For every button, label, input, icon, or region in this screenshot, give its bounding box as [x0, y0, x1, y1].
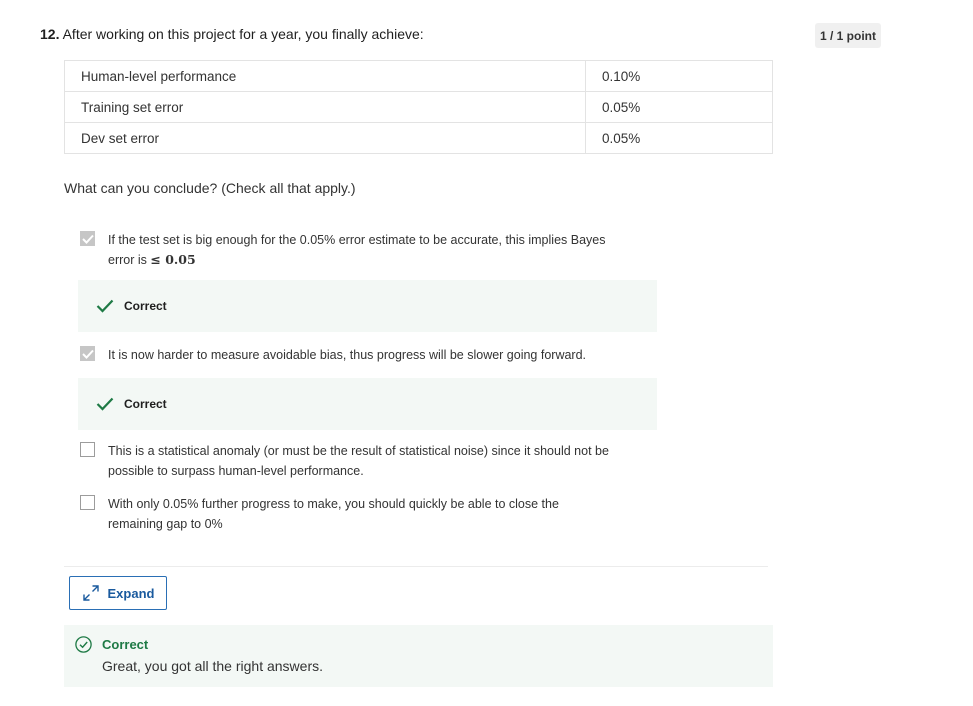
option-text-line: With only 0.05% further progress to make…	[108, 497, 559, 511]
points-badge: 1 / 1 point	[815, 23, 881, 48]
question-header: 12. After working on this project for a …	[40, 26, 424, 42]
table-cell-value: 0.10%	[585, 60, 773, 92]
table-row: Dev set error 0.05%	[64, 122, 773, 154]
feedback-label: Correct	[124, 397, 167, 411]
option-4[interactable]: With only 0.05% further progress to make…	[80, 494, 559, 534]
option-text-line: error is ≤ 0.05	[108, 250, 605, 270]
option-text-line: possible to surpass human-level performa…	[108, 464, 364, 478]
table-cell-label: Dev set error	[64, 122, 586, 154]
checkbox-checked[interactable]	[80, 346, 95, 361]
result-banner: Correct Great, you got all the right ans…	[64, 625, 773, 687]
result-message: Great, you got all the right answers.	[102, 658, 323, 674]
table-row: Human-level performance 0.10%	[64, 60, 773, 92]
option-text-line: If the test set is big enough for the 0.…	[108, 233, 606, 247]
table-cell-label: Human-level performance	[64, 60, 586, 92]
result-title: Correct	[102, 637, 149, 652]
divider	[64, 566, 768, 567]
option-3[interactable]: This is a statistical anomaly (or must b…	[80, 441, 609, 481]
option-text-line: This is a statistical anomaly (or must b…	[108, 444, 609, 458]
checkmark-icon	[96, 397, 114, 411]
option-1[interactable]: If the test set is big enough for the 0.…	[80, 230, 605, 270]
option-2[interactable]: It is now harder to measure avoidable bi…	[80, 345, 586, 365]
question-number: 12.	[40, 26, 60, 42]
option-text: It is now harder to measure avoidable bi…	[108, 345, 586, 365]
option-text-line: remaining gap to 0%	[108, 517, 223, 531]
option-text-line: It is now harder to measure avoidable bi…	[108, 348, 587, 362]
question-prompt: What can you conclude? (Check all that a…	[64, 180, 356, 196]
checkbox-checked[interactable]	[80, 231, 95, 246]
option-text: If the test set is big enough for the 0.…	[108, 230, 605, 270]
feedback-label: Correct	[124, 299, 167, 313]
checkbox-unchecked[interactable]	[80, 495, 95, 510]
option-text: With only 0.05% further progress to make…	[108, 494, 559, 534]
option-text: This is a statistical anomaly (or must b…	[108, 441, 609, 481]
table-cell-value: 0.05%	[585, 122, 773, 154]
option-text-prefix: error is	[108, 253, 151, 267]
expand-arrows-icon	[82, 585, 99, 601]
table-cell-label: Training set error	[64, 91, 586, 123]
checkbox-unchecked[interactable]	[80, 442, 95, 457]
option-feedback-correct: Correct	[78, 280, 657, 332]
check-circle-icon	[75, 636, 92, 653]
checkmark-icon	[81, 349, 94, 359]
performance-table: Human-level performance 0.10% Training s…	[64, 60, 773, 154]
checkmark-icon	[81, 234, 94, 244]
expand-label: Expand	[107, 585, 155, 601]
question-text: After working on this project for a year…	[62, 26, 424, 42]
math-expression: ≤ 0.05	[150, 252, 196, 267]
option-feedback-correct: Correct	[78, 378, 657, 430]
expand-button[interactable]: Expand	[69, 576, 167, 610]
table-cell-value: 0.05%	[585, 91, 773, 123]
table-row: Training set error 0.05%	[64, 91, 773, 123]
checkmark-icon	[96, 299, 114, 313]
